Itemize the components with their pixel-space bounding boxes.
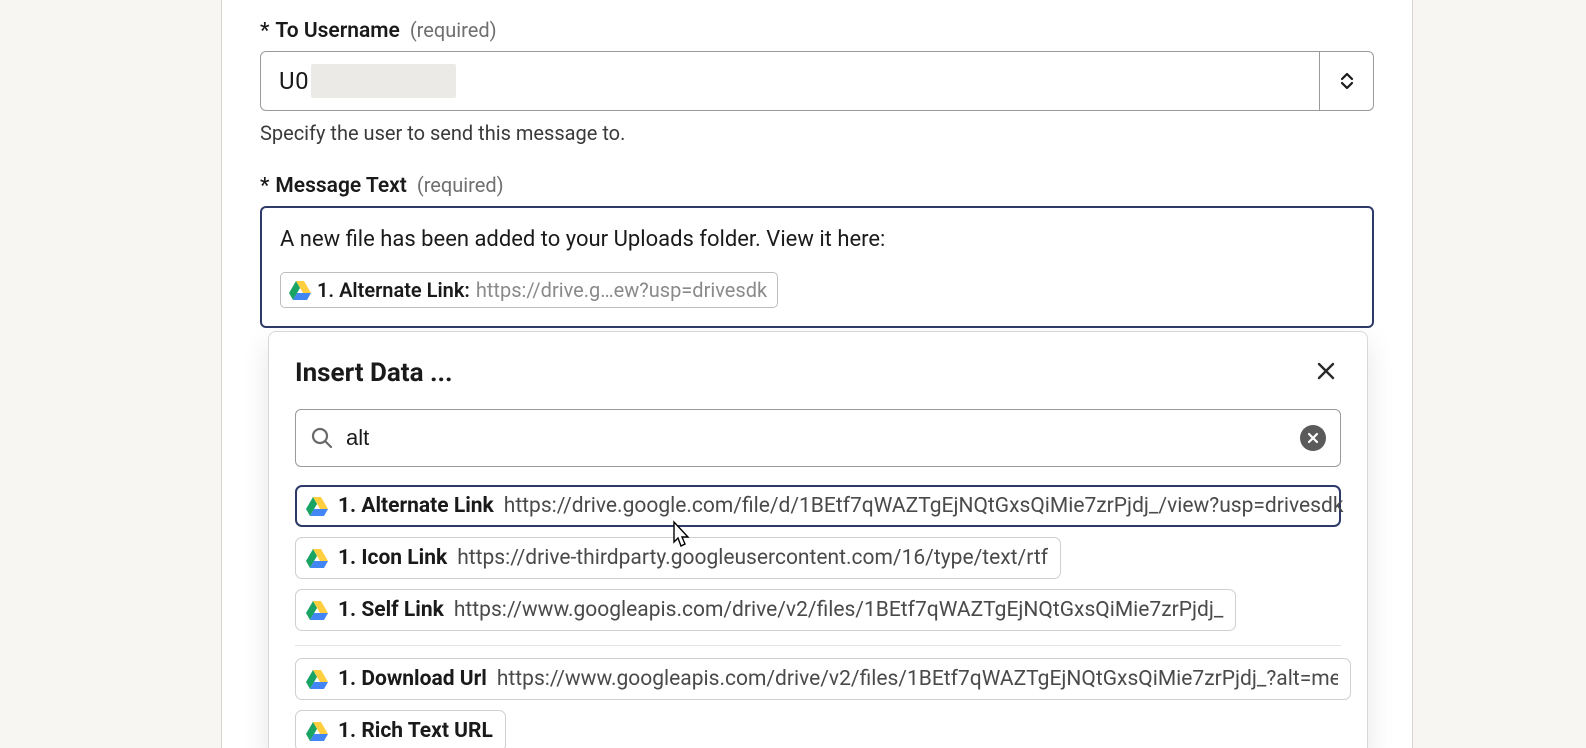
- close-button[interactable]: [1311, 356, 1341, 389]
- result-label: 1. Download Url: [338, 667, 487, 691]
- message-text-required: (required): [417, 173, 504, 197]
- google-drive-icon: [306, 721, 328, 741]
- result-value: https://www.googleapis.com/drive/v2/file…: [454, 598, 1224, 622]
- result-value: https://drive-thirdparty.googleuserconte…: [457, 546, 1048, 570]
- inserted-data-chip[interactable]: 1. Alternate Link: https://drive.g…ew?us…: [280, 272, 778, 308]
- to-username-label: To Username: [275, 19, 399, 43]
- google-drive-icon: [289, 280, 311, 300]
- insert-data-popover: Insert Data ... 1. Alternate Link https:…: [268, 331, 1368, 748]
- google-drive-icon: [306, 600, 328, 620]
- result-label: 1. Self Link: [338, 598, 444, 622]
- to-username-field: U0: [260, 51, 1374, 111]
- to-username-stepper[interactable]: [1320, 51, 1374, 111]
- result-self-link[interactable]: 1. Self Link https://www.googleapis.com/…: [295, 589, 1236, 631]
- google-drive-icon: [306, 496, 328, 516]
- google-drive-icon: [306, 548, 328, 568]
- search-input[interactable]: [346, 425, 1288, 451]
- message-text-label-row: * Message Text (required): [260, 173, 1374, 198]
- result-rich-text-url[interactable]: 1. Rich Text URL: [295, 710, 506, 748]
- chip-value: https://drive.g…ew?usp=drivesdk: [476, 278, 767, 302]
- message-body-text: A new file has been added to your Upload…: [280, 224, 1354, 256]
- chevron-up-icon: [1340, 72, 1354, 81]
- popover-title: Insert Data ...: [295, 358, 453, 388]
- to-username-label-row: * To Username (required): [260, 18, 1374, 43]
- required-asterisk: * To Username: [260, 19, 400, 43]
- to-username-redacted: [311, 64, 456, 98]
- chevron-down-icon: [1340, 81, 1354, 90]
- to-username-help: Specify the user to send this message to…: [260, 121, 1374, 145]
- result-label: 1. Icon Link: [338, 546, 447, 570]
- results-list: 1. Alternate Link https://drive.google.c…: [295, 485, 1341, 748]
- result-label: 1. Rich Text URL: [338, 719, 493, 743]
- result-download-url[interactable]: 1. Download Url https://www.googleapis.c…: [295, 658, 1351, 700]
- popover-header: Insert Data ...: [295, 356, 1341, 389]
- close-icon: [1315, 360, 1337, 382]
- message-text-input[interactable]: A new file has been added to your Upload…: [260, 206, 1374, 328]
- search-field[interactable]: [295, 409, 1341, 467]
- clear-search-button[interactable]: [1300, 425, 1326, 451]
- google-drive-icon: [306, 669, 328, 689]
- search-icon: [310, 426, 334, 450]
- message-text-label: Message Text: [275, 174, 406, 198]
- required-asterisk: * Message Text: [260, 174, 407, 198]
- to-username-required: (required): [410, 18, 497, 42]
- result-alternate-link[interactable]: 1. Alternate Link https://drive.google.c…: [295, 485, 1341, 527]
- clear-icon: [1307, 432, 1319, 444]
- to-username-input[interactable]: U0: [260, 51, 1320, 111]
- result-label: 1. Alternate Link: [338, 494, 494, 518]
- to-username-value-prefix: U0: [279, 67, 309, 95]
- result-value: https://drive.google.com/file/d/1BEtf7qW…: [504, 494, 1344, 518]
- chip-label: 1. Alternate Link:: [317, 278, 470, 302]
- results-divider: [295, 645, 1341, 646]
- result-icon-link[interactable]: 1. Icon Link https://drive-thirdparty.go…: [295, 537, 1061, 579]
- result-value: https://www.googleapis.com/drive/v2/file…: [497, 667, 1338, 691]
